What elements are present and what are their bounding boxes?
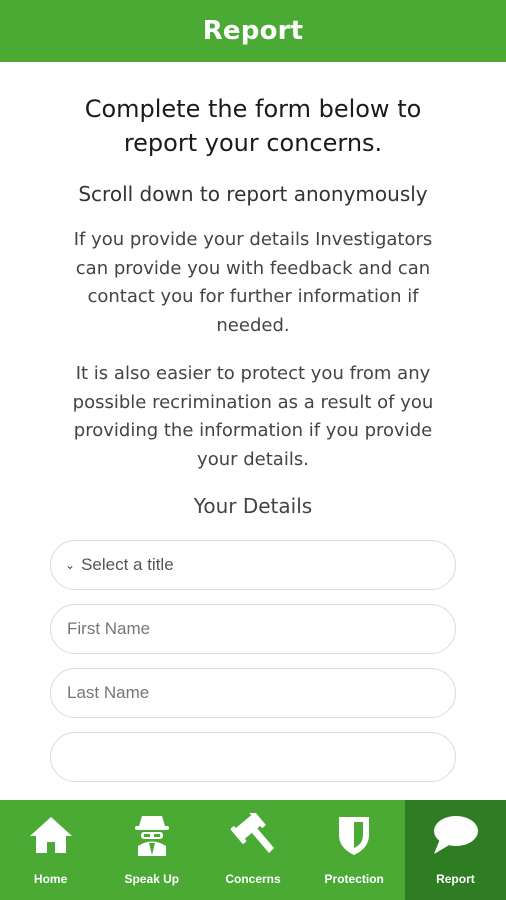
first-name-field-wrapper <box>50 604 456 654</box>
title-select[interactable]: ⌄ Select a title <box>50 540 456 590</box>
your-details-heading: Your Details <box>193 494 313 518</box>
gavel-icon <box>230 812 276 858</box>
first-name-field[interactable] <box>65 618 441 640</box>
next-field[interactable] <box>50 732 456 782</box>
nav-label-report: Report <box>436 872 475 886</box>
nav-item-protection[interactable]: Protection <box>304 800 405 900</box>
nav-label-home: Home <box>33 872 68 886</box>
speech-bubble-icon <box>431 812 479 858</box>
page-title: Report <box>202 16 304 46</box>
home-icon <box>28 812 74 858</box>
report-content[interactable]: Complete the form below to report your c… <box>0 62 506 800</box>
title-select-value: Select a title <box>81 555 174 574</box>
bottom-nav: Home Speak Up Concerns Protection Report <box>0 800 506 900</box>
nav-label-speak-up: Speak Up <box>124 872 180 886</box>
details-form: ⌄ Select a title <box>0 540 506 782</box>
shield-icon <box>336 812 372 858</box>
nav-item-speak-up[interactable]: Speak Up <box>101 800 202 900</box>
spy-icon <box>132 812 172 858</box>
nav-item-home[interactable]: Home <box>0 800 101 900</box>
anonymous-hint: Scroll down to report anonymously <box>78 182 428 206</box>
nav-label-concerns: Concerns <box>225 872 281 886</box>
details-benefit-text: If you provide your details Investigator… <box>73 229 433 336</box>
nav-label-protection: Protection <box>324 872 384 886</box>
protection-text: It is also easier to protect you from an… <box>72 363 434 470</box>
intro-title: Complete the form below to report your c… <box>84 95 422 157</box>
app-header: Report <box>0 0 506 62</box>
chevron-down-icon: ⌄ <box>65 558 76 572</box>
last-name-field[interactable] <box>65 682 441 704</box>
nav-item-concerns[interactable]: Concerns <box>202 800 303 900</box>
last-name-field-wrapper <box>50 668 456 718</box>
nav-item-report[interactable]: Report <box>404 800 506 900</box>
